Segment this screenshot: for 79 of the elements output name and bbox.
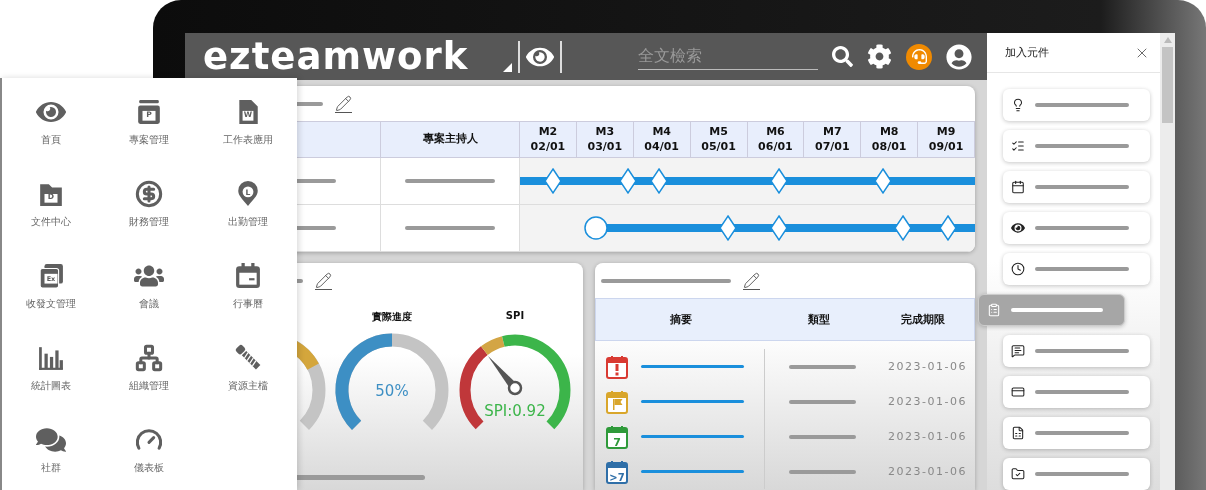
placeholder-line: [789, 434, 856, 439]
column-header: 完成期限: [900, 312, 945, 327]
menu-item[interactable]: 統計圖表: [2, 344, 101, 426]
card-icon: [1011, 385, 1025, 399]
month-date: 09/01: [928, 139, 964, 155]
calendar-icon: [234, 263, 261, 289]
gauge-title: 實際進度: [372, 311, 412, 322]
month-label: M4: [652, 124, 671, 140]
edit-icon[interactable]: [315, 271, 332, 290]
search-field[interactable]: 全文檢索: [638, 43, 818, 70]
component-card[interactable]: [1003, 376, 1150, 408]
component-card[interactable]: [978, 294, 1125, 326]
panel-title: 加入元件: [1005, 45, 1049, 60]
menu-item[interactable]: 儀表板: [100, 426, 199, 490]
lightbulb-icon: [1011, 98, 1025, 112]
checklist-icon: [1011, 139, 1025, 153]
due-date: 2023-01-06: [888, 465, 967, 478]
chat-icon: [36, 425, 67, 455]
menu-item[interactable]: 首頁: [2, 98, 101, 180]
dollar-icon: [135, 180, 164, 208]
component-card[interactable]: [1003, 417, 1150, 449]
menu-item[interactable]: 社群: [2, 426, 101, 490]
month-date: 05/01: [701, 139, 736, 155]
month-label: M7: [823, 124, 842, 140]
column-header: 專案主持人: [381, 121, 520, 158]
calendar-icon: >7: [605, 459, 629, 484]
due-date: 2023-01-06: [888, 430, 967, 443]
spi-reading: SPI:0.92: [484, 402, 546, 420]
month-date: 07/01: [815, 139, 850, 155]
menu-item[interactable]: 會議: [100, 262, 199, 344]
component-card[interactable]: [1003, 89, 1150, 121]
column-header: 摘要: [670, 312, 692, 327]
month-label: M3: [595, 124, 615, 140]
menu-item[interactable]: 行事曆: [198, 262, 297, 344]
component-card[interactable]: [1003, 171, 1150, 203]
placeholder-line: [789, 364, 856, 369]
month-label: M6: [766, 124, 785, 140]
scrollbar[interactable]: [1160, 33, 1175, 490]
month-label: M9: [936, 124, 956, 140]
month-label: M8: [879, 124, 899, 140]
month-date: 02/01: [530, 139, 566, 155]
spreadsheet-icon: [1011, 426, 1025, 440]
month-label: M5: [709, 124, 728, 140]
calendar-icon: 7: [605, 424, 629, 449]
month-date: 04/01: [644, 139, 679, 155]
folder-icon: [1011, 467, 1025, 481]
app-logo[interactable]: ezteamwork: [203, 35, 503, 78]
headset-icon[interactable]: [906, 43, 932, 70]
menu-item[interactable]: 資源主檔: [198, 344, 297, 426]
gauge-title: SPI: [505, 310, 525, 321]
month-date: 08/01: [871, 139, 907, 155]
component-card[interactable]: [1003, 335, 1150, 367]
month-date: 06/01: [758, 139, 793, 155]
component-card[interactable]: [1003, 458, 1150, 490]
menu-item[interactable]: 財務管理: [100, 180, 199, 262]
menu-item[interactable]: 組織管理: [100, 344, 199, 426]
month-date: 03/01: [587, 139, 623, 155]
component-card[interactable]: [1003, 253, 1150, 285]
placeholder-line: [789, 469, 856, 474]
bar-chart-icon: [38, 345, 65, 371]
message-icon: [1011, 344, 1025, 358]
org-chart-icon: [135, 344, 164, 372]
calendar-icon: [1011, 180, 1025, 194]
edit-icon[interactable]: [743, 271, 760, 290]
clock-icon: [1011, 262, 1025, 276]
gauge-reading: 50%: [375, 382, 409, 400]
due-date: 2023-01-06: [888, 395, 967, 408]
user-avatar-icon[interactable]: [946, 43, 972, 70]
eye-icon: [1011, 221, 1025, 235]
clipboard-icon: [987, 303, 1001, 317]
column-header: 類型: [807, 312, 830, 327]
component-card[interactable]: [1003, 130, 1150, 162]
placeholder-line: [789, 399, 856, 404]
component-card[interactable]: [1003, 212, 1150, 244]
search-icon[interactable]: [832, 46, 853, 67]
settings-icon[interactable]: [867, 44, 892, 69]
month-label: M2: [538, 124, 558, 140]
edit-icon[interactable]: [335, 94, 352, 113]
due-date: 2023-01-06: [888, 360, 967, 373]
